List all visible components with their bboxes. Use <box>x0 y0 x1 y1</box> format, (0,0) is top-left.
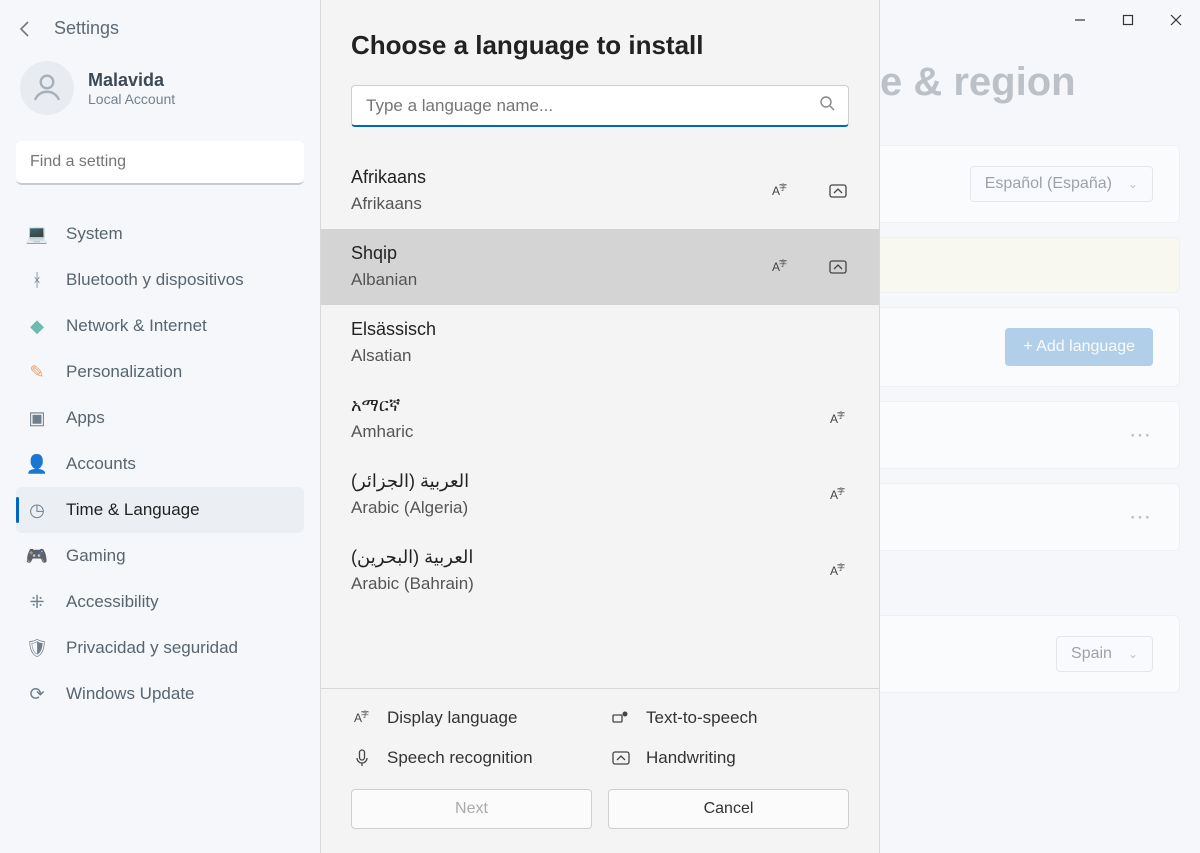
svg-text:字: 字 <box>779 258 787 268</box>
sidebar-item-time-language[interactable]: ◷ Time & Language <box>16 487 304 533</box>
language-native-name: Elsässisch <box>351 319 436 340</box>
sidebar-item-accounts[interactable]: 👤 Accounts <box>16 441 304 487</box>
back-button[interactable] <box>16 19 36 39</box>
language-native-name: العربية (الجزائر) <box>351 471 469 492</box>
language-native-name: አማርኛ <box>351 395 413 416</box>
svg-text:字: 字 <box>837 410 845 420</box>
language-english-name: Albanian <box>351 270 417 290</box>
svg-text:字: 字 <box>361 709 369 719</box>
sidebar-item-bluetooth-y-dispositivos[interactable]: ᚼ Bluetooth y dispositivos <box>16 257 304 303</box>
nav-icon: ᚼ <box>26 269 48 291</box>
svg-text:字: 字 <box>837 486 845 496</box>
svg-text:字: 字 <box>779 182 787 192</box>
maximize-button[interactable] <box>1104 0 1152 40</box>
user-profile[interactable]: Malavida Local Account <box>20 61 304 115</box>
more-options-icon[interactable]: ⋯ <box>1129 504 1153 530</box>
language-english-name: Amharic <box>351 422 413 442</box>
language-list: Afrikaans Afrikaans A字 Shqip Albanian A字 Elsäs… <box>321 153 879 688</box>
sidebar-item-accessibility[interactable]: ⁜ Accessibility <box>16 579 304 625</box>
sidebar-item-personalization[interactable]: ✎ Personalization <box>16 349 304 395</box>
language-option-amharic[interactable]: አማርኛ Amharic A字 <box>321 381 879 457</box>
nav-icon: 💻 <box>26 223 48 245</box>
legend-handwriting: Handwriting <box>610 747 849 769</box>
dialog-title: Choose a language to install <box>321 0 879 85</box>
nav-label: Apps <box>66 408 105 428</box>
sidebar-item-windows-update[interactable]: ⟳ Windows Update <box>16 671 304 717</box>
language-native-name: Afrikaans <box>351 167 426 188</box>
sidebar-item-gaming[interactable]: 🎮 Gaming <box>16 533 304 579</box>
window-titlebar <box>1056 0 1200 40</box>
language-english-name: Arabic (Bahrain) <box>351 574 474 594</box>
nav-label: Bluetooth y dispositivos <box>66 270 244 290</box>
language-option-arabic-algeria-[interactable]: العربية (الجزائر) Arabic (Algeria) A字 <box>321 457 879 533</box>
nav-icon: ◷ <box>26 499 48 521</box>
nav-icon: 🛡 <box>26 637 48 659</box>
sidebar-item-system[interactable]: 💻 System <box>16 211 304 257</box>
sidebar-item-apps[interactable]: ▣ Apps <box>16 395 304 441</box>
tts-icon <box>610 707 632 729</box>
nav-icon: 👤 <box>26 453 48 475</box>
language-option-arabic-bahrain-[interactable]: العربية (البحرين) Arabic (Bahrain) A字 <box>321 533 879 609</box>
display-icon: A字 <box>769 180 791 202</box>
legend-display-language: A字 Display language <box>351 707 590 729</box>
next-button[interactable]: Next <box>351 789 592 829</box>
nav-icon: ⁜ <box>26 591 48 613</box>
nav-label: System <box>66 224 123 244</box>
sidebar: Settings Malavida Local Account 💻 System ᚼ… <box>0 0 320 853</box>
nav-icon: 🎮 <box>26 545 48 567</box>
display-icon: A字 <box>769 256 791 278</box>
language-english-name: Alsatian <box>351 346 436 366</box>
sidebar-item-network-internet[interactable]: ◆ Network & Internet <box>16 303 304 349</box>
nav-label: Personalization <box>66 362 182 382</box>
display-icon: A字 <box>827 408 849 430</box>
language-option-afrikaans[interactable]: Afrikaans Afrikaans A字 <box>321 153 879 229</box>
language-english-name: Afrikaans <box>351 194 426 214</box>
more-options-icon[interactable]: ⋯ <box>1129 422 1153 448</box>
close-button[interactable] <box>1152 0 1200 40</box>
avatar-icon <box>20 61 74 115</box>
nav-label: Gaming <box>66 546 126 566</box>
nav-icon: ⟳ <box>26 683 48 705</box>
display-icon: A字 <box>827 484 849 506</box>
microphone-icon <box>351 747 373 769</box>
nav-label: Accounts <box>66 454 136 474</box>
display-language-select[interactable]: Español (España)⌄ <box>970 166 1153 202</box>
handwriting-icon <box>827 180 849 202</box>
dialog-footer: A字 Display language Text-to-speech Speec… <box>321 688 879 853</box>
search-icon <box>819 95 835 116</box>
region-select[interactable]: Spain⌄ <box>1056 636 1153 672</box>
user-account-type: Local Account <box>88 91 175 107</box>
nav-list: 💻 System ᚼ Bluetooth y dispositivos ◆ Network… <box>16 211 304 717</box>
nav-icon: ✎ <box>26 361 48 383</box>
user-name: Malavida <box>88 70 175 91</box>
nav-label: Privacidad y seguridad <box>66 638 238 658</box>
svg-text:字: 字 <box>837 562 845 572</box>
language-option-albanian[interactable]: Shqip Albanian A字 <box>321 229 879 305</box>
nav-icon: ▣ <box>26 407 48 429</box>
nav-icon: ◆ <box>26 315 48 337</box>
legend-speech-recognition: Speech recognition <box>351 747 590 769</box>
nav-label: Accessibility <box>66 592 159 612</box>
settings-search-input[interactable] <box>16 141 304 185</box>
app-title: Settings <box>54 18 119 39</box>
language-native-name: العربية (البحرين) <box>351 547 474 568</box>
nav-label: Windows Update <box>66 684 195 704</box>
display-icon: A字 <box>827 560 849 582</box>
handwriting-icon <box>610 747 632 769</box>
install-language-dialog: Choose a language to install AfrikaansAf… <box>320 0 880 853</box>
cancel-button[interactable]: Cancel <box>608 789 849 829</box>
legend-text-to-speech: Text-to-speech <box>610 707 849 729</box>
display-language-icon: A字 <box>351 707 373 729</box>
nav-label: Time & Language <box>66 500 200 520</box>
minimize-button[interactable] <box>1056 0 1104 40</box>
handwriting-icon <box>827 256 849 278</box>
language-search-input[interactable] <box>351 85 849 127</box>
language-english-name: Arabic (Algeria) <box>351 498 469 518</box>
language-native-name: Shqip <box>351 243 417 264</box>
nav-label: Network & Internet <box>66 316 207 336</box>
sidebar-item-privacidad-y-seguridad[interactable]: 🛡 Privacidad y seguridad <box>16 625 304 671</box>
language-option-alsatian[interactable]: Elsässisch Alsatian <box>321 305 879 381</box>
add-language-button[interactable]: + Add language <box>1005 328 1153 366</box>
